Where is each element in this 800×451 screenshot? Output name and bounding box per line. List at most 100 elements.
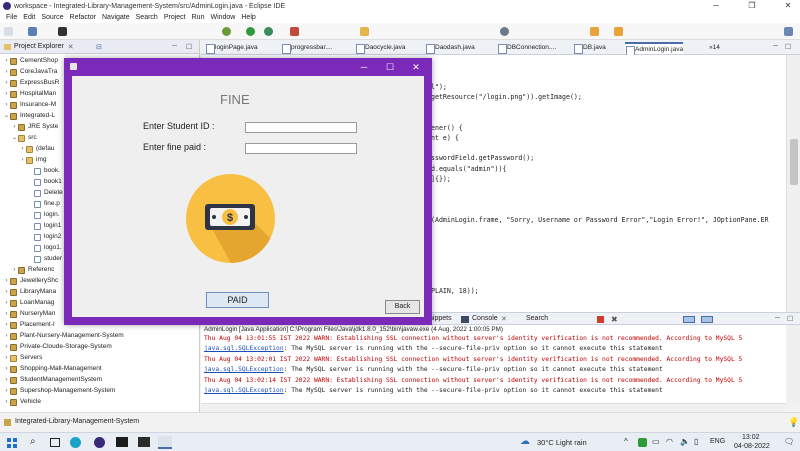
maximize-editor-icon[interactable]: ☐ bbox=[785, 43, 791, 51]
chevron-right-icon[interactable]: › bbox=[3, 276, 10, 287]
student-id-input[interactable] bbox=[245, 122, 357, 133]
chevron-right-icon[interactable]: › bbox=[3, 375, 10, 386]
tree-item[interactable]: › StudentManagementSystem bbox=[0, 375, 102, 386]
run-icon[interactable] bbox=[246, 27, 255, 36]
menu-project[interactable]: Project bbox=[164, 14, 186, 21]
menu-edit[interactable]: Edit bbox=[23, 14, 35, 21]
battery-icon[interactable]: ▯ bbox=[694, 437, 698, 446]
java-app-icon[interactable] bbox=[158, 436, 172, 449]
open-console-icon[interactable] bbox=[701, 316, 713, 323]
tree-item[interactable]: › Supershop-Management-System bbox=[0, 386, 115, 397]
tab-snippets[interactable]: nippets bbox=[429, 315, 452, 322]
tab-daocycle[interactable]: Daocycle.java bbox=[355, 42, 405, 54]
tab-search[interactable]: Search bbox=[526, 315, 548, 322]
console-output[interactable]: AdminLogin [Java Application] C:\Program… bbox=[201, 325, 786, 403]
dialog-close-button[interactable]: ✕ bbox=[406, 60, 426, 74]
tab-progressbar[interactable]: progressbar.... bbox=[281, 42, 333, 54]
exception-link[interactable]: java.sql.SQLException bbox=[204, 387, 284, 394]
chevron-down-icon[interactable]: ⌄ bbox=[3, 111, 10, 122]
tip-icon[interactable]: 💡 bbox=[788, 417, 799, 428]
tree-item[interactable]: › CementShop bbox=[0, 56, 58, 67]
tree-item[interactable]: logo1. bbox=[0, 243, 62, 254]
minimize-view-icon[interactable]: ─ bbox=[172, 43, 177, 50]
project-explorer-tab[interactable]: Project Explorer ✕ ⊟ ─ ☐ bbox=[0, 40, 199, 54]
weather-text[interactable]: 30°C Light rain bbox=[537, 438, 587, 447]
tree-item[interactable]: › Placement-I bbox=[0, 320, 55, 331]
tree-item[interactable]: › LibraryMana bbox=[0, 287, 56, 298]
maximize-console-icon[interactable]: ☐ bbox=[787, 315, 793, 323]
tab-db[interactable]: DB.java bbox=[573, 42, 606, 54]
tree-item[interactable]: › Private-Cloude-Storage-System bbox=[0, 342, 112, 353]
tab-dbconnection[interactable]: DBConnection.... bbox=[497, 42, 556, 54]
menu-refactor[interactable]: Refactor bbox=[70, 14, 96, 21]
exception-link[interactable]: java.sql.SQLException bbox=[204, 366, 284, 373]
tree-item[interactable]: › NurseryMan bbox=[0, 309, 55, 320]
back-button[interactable]: Back bbox=[385, 300, 420, 314]
tree-item[interactable]: login2 bbox=[0, 232, 61, 243]
tree-item[interactable]: book1 bbox=[0, 177, 62, 188]
editor-scrollbar-thumb[interactable] bbox=[790, 139, 798, 185]
tab-adminlogin[interactable]: AdminLogin.java bbox=[625, 42, 684, 56]
tree-item[interactable]: › img bbox=[0, 155, 46, 166]
notification-icon[interactable]: 🗨 bbox=[784, 437, 794, 446]
editor-scrollbar[interactable] bbox=[786, 55, 800, 312]
app-tray-icon[interactable] bbox=[638, 438, 647, 447]
tree-item[interactable]: › ExpressBusR bbox=[0, 78, 59, 89]
chevron-right-icon[interactable]: › bbox=[3, 89, 10, 100]
remove-launch-icon[interactable]: ✖ bbox=[611, 315, 618, 324]
tab-loginpage[interactable]: loginPage.java bbox=[205, 42, 258, 54]
tree-item[interactable]: › Vehicle bbox=[0, 397, 41, 408]
edge-icon[interactable] bbox=[70, 437, 81, 448]
menu-run[interactable]: Run bbox=[192, 14, 205, 21]
console-hscrollbar[interactable] bbox=[201, 403, 786, 412]
language-indicator[interactable]: ENG bbox=[710, 438, 725, 445]
exception-link[interactable]: java.sql.SQLException bbox=[204, 345, 284, 352]
forward-nav-icon[interactable] bbox=[614, 27, 623, 36]
chevron-right-icon[interactable]: › bbox=[3, 320, 10, 331]
chevron-right-icon[interactable]: › bbox=[3, 67, 10, 78]
chevron-right-icon[interactable]: › bbox=[3, 386, 10, 397]
wifi-icon[interactable]: ◠ bbox=[666, 437, 673, 446]
cmd-icon[interactable] bbox=[116, 437, 128, 447]
terminal-icon[interactable] bbox=[58, 27, 67, 36]
dialog-titlebar[interactable]: ─ ☐ ✕ bbox=[64, 58, 432, 76]
dialog-minimize-button[interactable]: ─ bbox=[354, 60, 374, 74]
external-tools-icon[interactable] bbox=[290, 27, 299, 36]
eclipse-taskbar-icon[interactable] bbox=[94, 437, 105, 448]
chevron-right-icon[interactable]: › bbox=[11, 122, 18, 133]
chevron-right-icon[interactable]: › bbox=[19, 144, 26, 155]
tab-daodash[interactable]: Daodash.java bbox=[425, 42, 475, 54]
console-scrollbar[interactable] bbox=[786, 325, 800, 403]
menu-file[interactable]: File bbox=[6, 14, 17, 21]
chevron-right-icon[interactable]: › bbox=[3, 364, 10, 375]
task-view-icon[interactable] bbox=[50, 438, 60, 447]
menu-window[interactable]: Window bbox=[210, 14, 235, 21]
tree-item[interactable]: ⌄ Integrated-L bbox=[0, 111, 55, 122]
chevron-right-icon[interactable]: › bbox=[3, 287, 10, 298]
tree-item[interactable]: ⌄ src bbox=[0, 133, 37, 144]
dialog-maximize-button[interactable]: ☐ bbox=[380, 60, 400, 74]
tree-item[interactable]: book. bbox=[0, 166, 60, 177]
tab-console-close-icon[interactable]: ✕ bbox=[501, 315, 507, 323]
tree-item[interactable]: › (defau bbox=[0, 144, 54, 155]
tree-item[interactable]: login1 bbox=[0, 221, 61, 232]
search-icon[interactable]: ⌕ bbox=[30, 436, 36, 447]
chevron-right-icon[interactable]: › bbox=[3, 298, 10, 309]
tree-item[interactable]: › Servers bbox=[0, 353, 42, 364]
close-icon[interactable]: ✕ bbox=[68, 43, 74, 51]
chevron-right-icon[interactable]: › bbox=[3, 331, 10, 342]
fine-paid-input[interactable] bbox=[245, 143, 357, 154]
menu-source[interactable]: Source bbox=[41, 14, 63, 21]
clock-date[interactable]: 04-08-2022 bbox=[734, 443, 770, 450]
tree-item[interactable]: › Plant-Nursery-Management-System bbox=[0, 331, 124, 342]
save-icon[interactable] bbox=[28, 27, 37, 36]
start-windows-icon[interactable] bbox=[7, 438, 17, 448]
chevron-down-icon[interactable]: ⌄ bbox=[11, 133, 18, 144]
chevron-right-icon[interactable]: › bbox=[3, 309, 10, 320]
weather-icon[interactable]: ☁ bbox=[520, 436, 530, 447]
chevron-right-icon[interactable]: › bbox=[3, 397, 10, 408]
menu-search[interactable]: Search bbox=[136, 14, 158, 21]
coverage-icon[interactable] bbox=[264, 27, 273, 36]
chevron-right-icon[interactable]: › bbox=[3, 100, 10, 111]
chevron-right-icon[interactable]: › bbox=[3, 78, 10, 89]
